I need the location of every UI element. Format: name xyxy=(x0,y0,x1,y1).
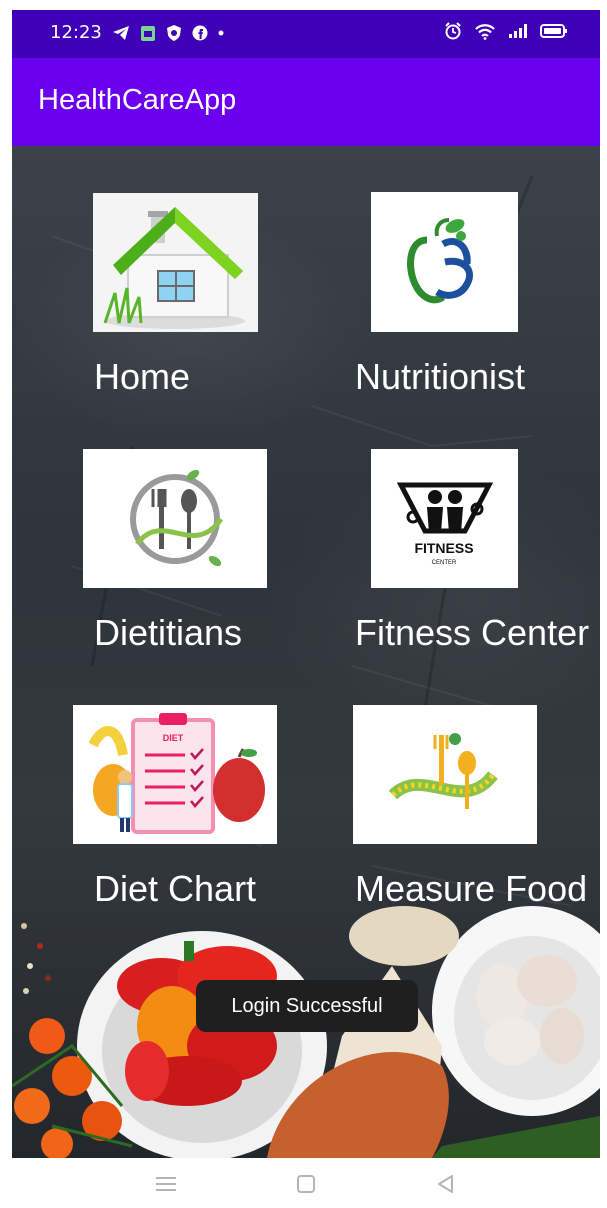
label-diet-chart[interactable]: Diet Chart xyxy=(94,868,256,910)
label-fitness-center[interactable]: Fitness Center xyxy=(355,612,589,654)
signal-icon xyxy=(509,24,527,38)
status-bar: 12:23 xyxy=(12,10,600,58)
tile-measure-food[interactable] xyxy=(353,705,537,844)
status-left: 12:23 xyxy=(50,22,224,43)
tile-fitness-center[interactable]: FITNESS CENTER xyxy=(371,449,518,588)
svg-text:FITNESS: FITNESS xyxy=(414,540,473,556)
fork-spoon-plate-icon xyxy=(130,469,224,567)
diet-chart-icon: DIET xyxy=(88,713,265,834)
menu-icon[interactable] xyxy=(152,1170,180,1198)
measure-tape-spoon-icon xyxy=(388,733,498,809)
nutritionist-logo-icon xyxy=(407,218,473,304)
vpn-shield-icon xyxy=(166,24,181,41)
status-right xyxy=(444,22,568,40)
app-bar: HealthCareApp xyxy=(12,58,600,146)
status-time: 12:23 xyxy=(50,22,102,43)
tile-diet-chart[interactable]: DIET xyxy=(73,705,277,844)
home-square-icon[interactable] xyxy=(292,1170,320,1198)
label-dietitians[interactable]: Dietitians xyxy=(94,612,242,654)
house-icon xyxy=(93,193,258,332)
telegram-icon xyxy=(112,25,129,40)
toast-message: Login Successful xyxy=(196,980,418,1032)
alarm-icon xyxy=(445,22,461,40)
back-triangle-icon[interactable] xyxy=(432,1170,460,1198)
svg-text:CENTER: CENTER xyxy=(432,560,457,566)
wifi-icon xyxy=(475,24,495,40)
tile-home[interactable] xyxy=(93,193,258,332)
label-nutritionist[interactable]: Nutritionist xyxy=(355,356,525,398)
tile-nutritionist[interactable] xyxy=(371,192,518,332)
battery-icon xyxy=(540,24,567,38)
tile-dietitians[interactable] xyxy=(83,449,267,588)
facebook-icon xyxy=(192,25,208,40)
fitness-center-logo-icon: FITNESS CENTER xyxy=(396,482,494,566)
svg-text:DIET: DIET xyxy=(163,733,184,743)
label-home[interactable]: Home xyxy=(94,356,190,398)
system-nav-bar xyxy=(0,1158,607,1208)
more-dot-icon xyxy=(218,30,224,35)
calendar-icon xyxy=(140,25,155,41)
food-decoration xyxy=(12,906,600,1158)
app-title: HealthCareApp xyxy=(38,84,237,116)
label-measure-food[interactable]: Measure Food xyxy=(355,868,587,910)
